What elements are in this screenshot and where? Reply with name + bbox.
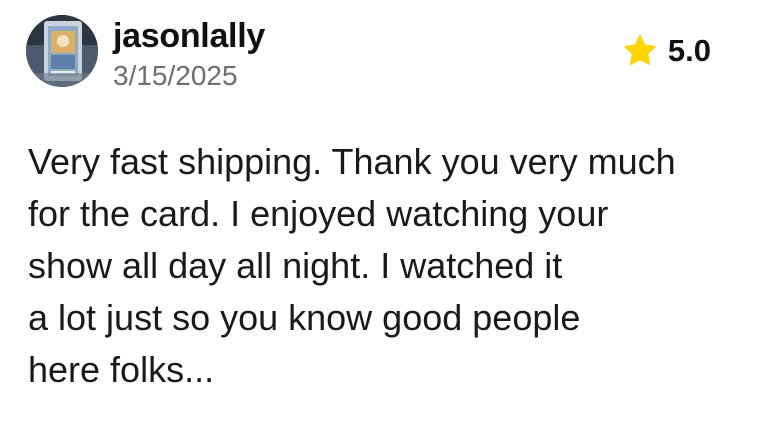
review-text-line: a lot just so you know good people: [28, 297, 581, 338]
review-date: 3/15/2025: [113, 60, 238, 91]
review-text-line: Very fast shipping. Thank you very much: [28, 141, 676, 182]
review-card: jasonlally 3/15/2025 5.0 Very fast shipp…: [0, 0, 757, 438]
star-icon: [624, 34, 656, 65]
review-text-line: here folks...: [28, 349, 215, 390]
rating-value: 5.0: [667, 33, 711, 68]
username[interactable]: jasonlally: [113, 14, 265, 58]
rating: 5.0: [622, 31, 711, 71]
review-text-line: show all day all night. I watched it: [28, 245, 563, 286]
review-text: Very fast shipping. Thank you very much …: [28, 136, 728, 396]
review-text-line: for the card. I enjoyed watching your: [28, 193, 609, 234]
trading-card-avatar-icon: [26, 15, 98, 87]
avatar[interactable]: [26, 15, 98, 87]
